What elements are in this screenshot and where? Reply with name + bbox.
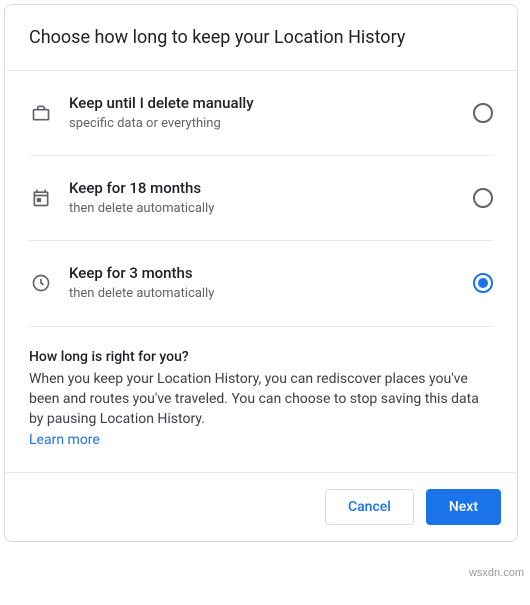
- radio-keep-18-months[interactable]: [473, 188, 493, 208]
- option-subtitle: then delete automatically: [69, 200, 461, 218]
- option-subtitle: then delete automatically: [69, 285, 461, 303]
- learn-more-link[interactable]: Learn more: [29, 432, 100, 448]
- option-keep-manual[interactable]: Keep until I delete manually specific da…: [29, 71, 493, 156]
- option-keep-3-months[interactable]: Keep for 3 months then delete automatica…: [29, 241, 493, 326]
- next-button[interactable]: Next: [426, 489, 501, 525]
- option-subtitle: specific data or everything: [69, 115, 461, 133]
- option-title: Keep for 18 months: [69, 178, 461, 199]
- settings-card: Choose how long to keep your Location Hi…: [4, 4, 518, 542]
- briefcase-icon: [29, 101, 53, 125]
- option-text: Keep until I delete manually specific da…: [53, 93, 473, 133]
- footer-actions: Cancel Next: [5, 472, 517, 541]
- radio-keep-manual[interactable]: [473, 103, 493, 123]
- info-block: How long is right for you? When you keep…: [5, 327, 517, 473]
- page-title: Choose how long to keep your Location Hi…: [29, 27, 493, 48]
- option-keep-18-months[interactable]: Keep for 18 months then delete automatic…: [29, 156, 493, 241]
- clock-icon: [29, 271, 53, 295]
- info-title: How long is right for you?: [29, 349, 493, 365]
- cancel-button[interactable]: Cancel: [325, 489, 414, 525]
- watermark: wsxdn.com: [469, 567, 524, 579]
- option-text: Keep for 18 months then delete automatic…: [53, 178, 473, 218]
- options-list: Keep until I delete manually specific da…: [5, 71, 517, 327]
- info-body: When you keep your Location History, you…: [29, 369, 493, 430]
- option-title: Keep for 3 months: [69, 263, 461, 284]
- calendar-icon: [29, 186, 53, 210]
- radio-keep-3-months[interactable]: [473, 273, 493, 293]
- option-title: Keep until I delete manually: [69, 93, 461, 114]
- card-header: Choose how long to keep your Location Hi…: [5, 5, 517, 71]
- option-text: Keep for 3 months then delete automatica…: [53, 263, 473, 303]
